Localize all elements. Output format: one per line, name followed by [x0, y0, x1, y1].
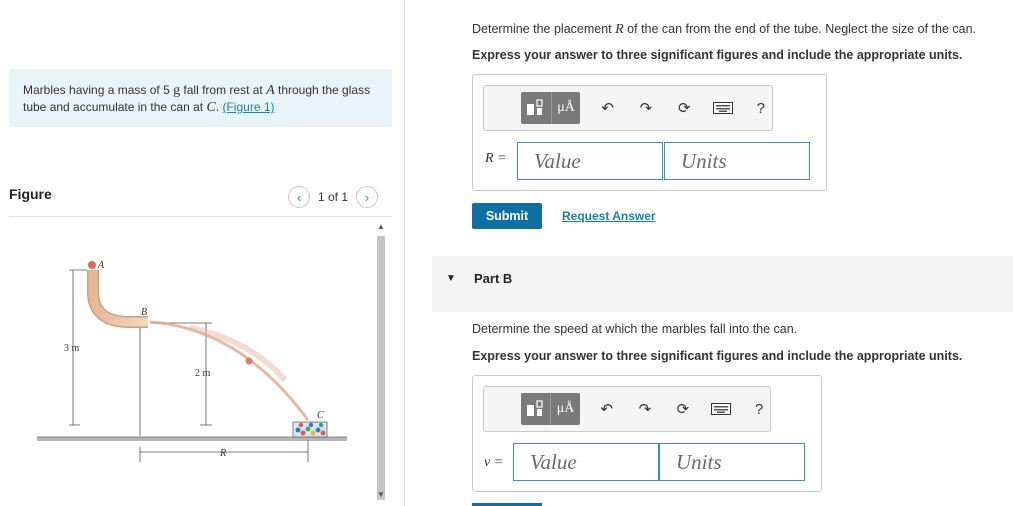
marble-falling [245, 357, 253, 365]
label-3m: 3 m [64, 343, 80, 354]
problem-text: fall from rest at [180, 83, 267, 97]
request-answer-link[interactable]: Request Answer [562, 209, 656, 223]
label-2m: 2 m [195, 368, 211, 379]
problem-statement: Marbles having a mass of 5 g fall from r… [9, 69, 392, 127]
part-a-answer-box: μÅ ↶ ↷ ⟳ ? R = Value Units [472, 74, 827, 191]
part-b-answer-box: μÅ ↶ ↷ ⟳ ? v = Value Units [472, 375, 822, 492]
reset-icon[interactable]: ⟳ [672, 397, 694, 421]
label-b: B [141, 307, 147, 318]
label-r: R [219, 448, 226, 459]
scroll-down-icon[interactable]: ▼ [374, 490, 388, 502]
units-input[interactable]: Units [659, 443, 805, 481]
value-input[interactable]: Value [517, 142, 663, 180]
part-a-prompt: Determine the placement R of the can fro… [472, 22, 976, 38]
help-icon[interactable]: ? [750, 96, 772, 120]
redo-icon[interactable]: ↷ [635, 96, 657, 120]
redo-icon[interactable]: ↷ [634, 397, 656, 421]
units-button[interactable]: μÅ [550, 92, 581, 124]
pager-text: 1 of 1 [318, 190, 349, 204]
prompt-text: Determine the placement [472, 22, 616, 36]
figure-diagram: A B C R 3 m 2 m [37, 260, 347, 462]
keyboard-icon[interactable] [710, 397, 732, 421]
prompt-var: R [615, 22, 624, 37]
figure-pager: ‹ 1 of 1 › [288, 186, 379, 208]
part-b-prompt: Determine the speed at which the marbles… [472, 322, 798, 336]
figure-link[interactable]: (Figure 1) [222, 100, 274, 114]
part-b-title[interactable]: Part B [474, 271, 512, 286]
value-input[interactable]: Value [513, 443, 659, 481]
submit-button[interactable]: Submit [472, 203, 542, 229]
template-icon[interactable] [521, 92, 551, 124]
v-label: v = [484, 455, 504, 470]
prompt-text: of the can from the end of the tube. Neg… [623, 22, 977, 36]
undo-icon[interactable]: ↶ [596, 397, 618, 421]
point-a-label: A [266, 83, 275, 98]
chevron-right-icon[interactable]: › [356, 186, 379, 208]
toolbar-group: μÅ [521, 92, 581, 124]
chevron-left-icon[interactable]: ‹ [288, 186, 310, 208]
marble-a [88, 261, 96, 269]
scroll-thumb[interactable] [377, 236, 385, 500]
label-a: A [97, 260, 105, 271]
part-b-header[interactable] [432, 256, 1013, 312]
help-icon[interactable]: ? [748, 397, 770, 421]
units-button[interactable]: μÅ [550, 393, 579, 425]
figure-divider [9, 216, 392, 217]
figure-scrollbar[interactable]: ▲ ▼ [374, 220, 388, 506]
math-toolbar: μÅ ↶ ↷ ⟳ ? [483, 85, 773, 131]
toolbar-group: μÅ [521, 393, 580, 425]
panel-divider [404, 0, 405, 506]
r-label: R = [485, 151, 507, 166]
part-b-instruction: Express your answer to three significant… [472, 349, 963, 363]
units-input[interactable]: Units [664, 142, 810, 180]
label-c: C [317, 410, 324, 421]
ground [37, 437, 347, 441]
point-c-label: C [206, 100, 216, 115]
problem-text: Marbles having a mass of 5 [23, 83, 174, 97]
part-a-instruction: Express your answer to three significant… [472, 48, 963, 62]
scroll-up-icon[interactable]: ▲ [374, 222, 388, 234]
keyboard-icon[interactable] [711, 96, 733, 120]
reset-icon[interactable]: ⟳ [673, 96, 695, 120]
undo-icon[interactable]: ↶ [596, 96, 618, 120]
template-icon[interactable] [521, 393, 550, 425]
caret-down-icon[interactable]: ▼ [446, 273, 456, 284]
figure-title: Figure [9, 186, 52, 202]
math-toolbar: μÅ ↶ ↷ ⟳ ? [483, 386, 771, 432]
